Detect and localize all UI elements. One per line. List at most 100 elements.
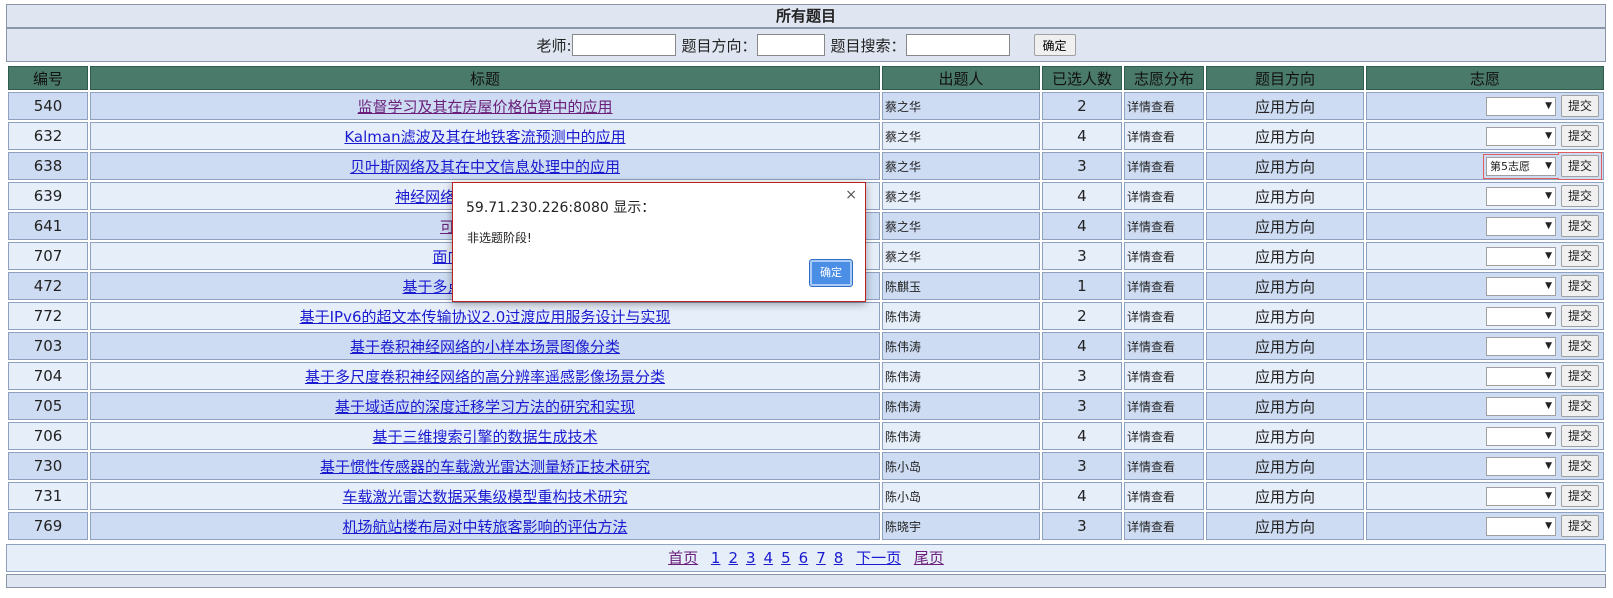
distribution-detail-link[interactable]: 详情查看: [1127, 490, 1175, 504]
submit-button[interactable]: 提交: [1560, 125, 1599, 147]
topic-id: 638: [8, 152, 89, 180]
pager-next-link[interactable]: 下一页: [856, 549, 901, 567]
submit-button[interactable]: 提交: [1560, 335, 1599, 357]
selected-count: 3: [1041, 152, 1122, 180]
topic-id: 472: [8, 272, 89, 300]
direction-input[interactable]: [756, 34, 825, 56]
choice-select[interactable]: ▼: [1485, 396, 1556, 416]
topic-direction: 应用方向: [1205, 122, 1364, 150]
distribution-detail-link[interactable]: 详情查看: [1127, 100, 1175, 114]
submit-button[interactable]: 提交: [1560, 425, 1599, 447]
pager-page-link[interactable]: 2: [728, 549, 738, 567]
choice-select[interactable]: ▼: [1485, 306, 1556, 326]
topic-title-link[interactable]: Kalman滤波及其在地铁客流预测中的应用: [344, 128, 625, 146]
topic-direction: 应用方向: [1205, 152, 1364, 180]
topic-title-link[interactable]: 基于惯性传感器的车载激光雷达测量矫正技术研究: [320, 458, 650, 476]
topic-title-link[interactable]: 基于多尺度卷积神经网络的高分辨率遥感影像场景分类: [305, 368, 665, 386]
choice-select[interactable]: ▼: [1485, 426, 1556, 446]
chevron-down-icon: ▼: [1545, 340, 1552, 351]
choice-select[interactable]: ▼: [1485, 126, 1556, 146]
topic-title-link[interactable]: 基于IPv6的超文本传输协议2.0过渡应用服务设计与实现: [300, 308, 671, 326]
distribution-detail-link[interactable]: 详情查看: [1127, 370, 1175, 384]
choice-select[interactable]: ▼: [1485, 516, 1556, 536]
topic-id: 639: [8, 182, 89, 210]
submit-button[interactable]: 提交: [1560, 95, 1599, 117]
topic-title-link[interactable]: 基于域适应的深度迁移学习方法的研究和实现: [335, 398, 635, 416]
table-row: 704 基于多尺度卷积神经网络的高分辨率遥感影像场景分类 陈伟涛 3 详情查看 应用方向 ▼…: [8, 362, 1604, 390]
selected-count: 4: [1041, 332, 1122, 360]
topic-title-link[interactable]: 机场航站楼布局对中转旅客影响的评估方法: [342, 518, 627, 536]
distribution-detail-link[interactable]: 详情查看: [1127, 310, 1175, 324]
pager-page-link[interactable]: 1: [711, 549, 721, 567]
choice-select[interactable]: ▼: [1485, 276, 1556, 296]
topic-title-link[interactable]: 监督学习及其在房屋价格估算中的应用: [357, 98, 612, 116]
distribution-detail-link[interactable]: 详情查看: [1127, 190, 1175, 204]
topic-title-link[interactable]: 基于卷积神经网络的小样本场景图像分类: [350, 338, 620, 356]
pager-page-link[interactable]: 5: [781, 549, 791, 567]
chevron-down-icon: ▼: [1545, 100, 1552, 111]
pager-page-link[interactable]: 6: [799, 549, 809, 567]
distribution-detail-link[interactable]: 详情查看: [1127, 430, 1175, 444]
topic-title-link[interactable]: 车载激光雷达数据采集级模型重构技术研究: [342, 488, 627, 506]
distribution-detail-link[interactable]: 详情查看: [1127, 400, 1175, 414]
submit-button[interactable]: 提交: [1560, 485, 1599, 507]
keyword-label: 题目搜索：: [830, 36, 906, 55]
topic-id: 769: [8, 512, 89, 540]
distribution-detail-link[interactable]: 详情查看: [1127, 130, 1175, 144]
topic-teacher: 蔡之华: [881, 242, 1040, 270]
choice-select[interactable]: ▼: [1485, 96, 1556, 116]
distribution-detail-link[interactable]: 详情查看: [1127, 340, 1175, 354]
distribution-detail-link[interactable]: 详情查看: [1127, 520, 1175, 534]
choice-select[interactable]: ▼: [1485, 186, 1556, 206]
keyword-input[interactable]: [905, 34, 1010, 56]
choice-select[interactable]: ▼: [1485, 246, 1556, 266]
teacher-input[interactable]: [571, 34, 676, 56]
dialog-ok-button[interactable]: 确定: [809, 259, 853, 287]
submit-button[interactable]: 提交: [1560, 305, 1599, 327]
topic-teacher: 陈小岛: [881, 482, 1040, 510]
submit-button[interactable]: 提交: [1560, 515, 1599, 537]
choice-select[interactable]: ▼: [1485, 456, 1556, 476]
distribution-detail-link[interactable]: 详情查看: [1127, 160, 1175, 174]
choice-select[interactable]: ▼: [1485, 366, 1556, 386]
choice-select[interactable]: ▼: [1485, 486, 1556, 506]
distribution-detail-link[interactable]: 详情查看: [1127, 220, 1175, 234]
choice-control: ▼ 提交: [1485, 455, 1599, 477]
submit-button[interactable]: 提交: [1560, 245, 1599, 267]
choice-select-value: 第5志愿: [1489, 159, 1530, 173]
submit-button[interactable]: 提交: [1560, 455, 1599, 477]
submit-button[interactable]: 提交: [1560, 395, 1599, 417]
distribution-detail-link[interactable]: 详情查看: [1127, 280, 1175, 294]
confirm-button[interactable]: 确定: [1033, 34, 1076, 56]
pager-first-link[interactable]: 首页: [668, 549, 698, 567]
topic-title-link[interactable]: 基于三维搜索引擎的数据生成技术: [372, 428, 597, 446]
selected-count: 4: [1041, 212, 1122, 240]
topic-direction: 应用方向: [1205, 332, 1364, 360]
pager-last-link[interactable]: 尾页: [914, 549, 944, 567]
distribution-detail-link[interactable]: 详情查看: [1127, 460, 1175, 474]
choice-control: ▼ 提交: [1485, 125, 1599, 147]
submit-button[interactable]: 提交: [1560, 365, 1599, 387]
selected-count: 3: [1041, 242, 1122, 270]
choice-select[interactable]: ▼: [1485, 336, 1556, 356]
submit-button[interactable]: 提交: [1560, 275, 1599, 297]
submit-button[interactable]: 提交: [1560, 155, 1599, 177]
distribution-detail-link[interactable]: 详情查看: [1127, 250, 1175, 264]
pager-page-link[interactable]: 3: [746, 549, 756, 567]
selected-count: 4: [1041, 422, 1122, 450]
pager-page-link[interactable]: 7: [816, 549, 826, 567]
pagination: 首页 12345678 下一页 尾页: [6, 544, 1606, 572]
close-icon[interactable]: ×: [845, 187, 857, 203]
topic-teacher: 陈麒玉: [881, 272, 1040, 300]
topic-teacher: 陈伟涛: [881, 302, 1040, 330]
topic-title-link[interactable]: 贝叶斯网络及其在中文信息处理中的应用: [350, 158, 620, 176]
submit-button[interactable]: 提交: [1560, 185, 1599, 207]
topic-direction: 应用方向: [1205, 242, 1364, 270]
choice-select[interactable]: 第5志愿 ▼: [1485, 156, 1556, 176]
topic-direction: 应用方向: [1205, 422, 1364, 450]
choice-select[interactable]: ▼: [1485, 216, 1556, 236]
chevron-down-icon: ▼: [1545, 280, 1552, 291]
pager-page-link[interactable]: 4: [764, 549, 774, 567]
submit-button[interactable]: 提交: [1560, 215, 1599, 237]
pager-page-link[interactable]: 8: [834, 549, 844, 567]
